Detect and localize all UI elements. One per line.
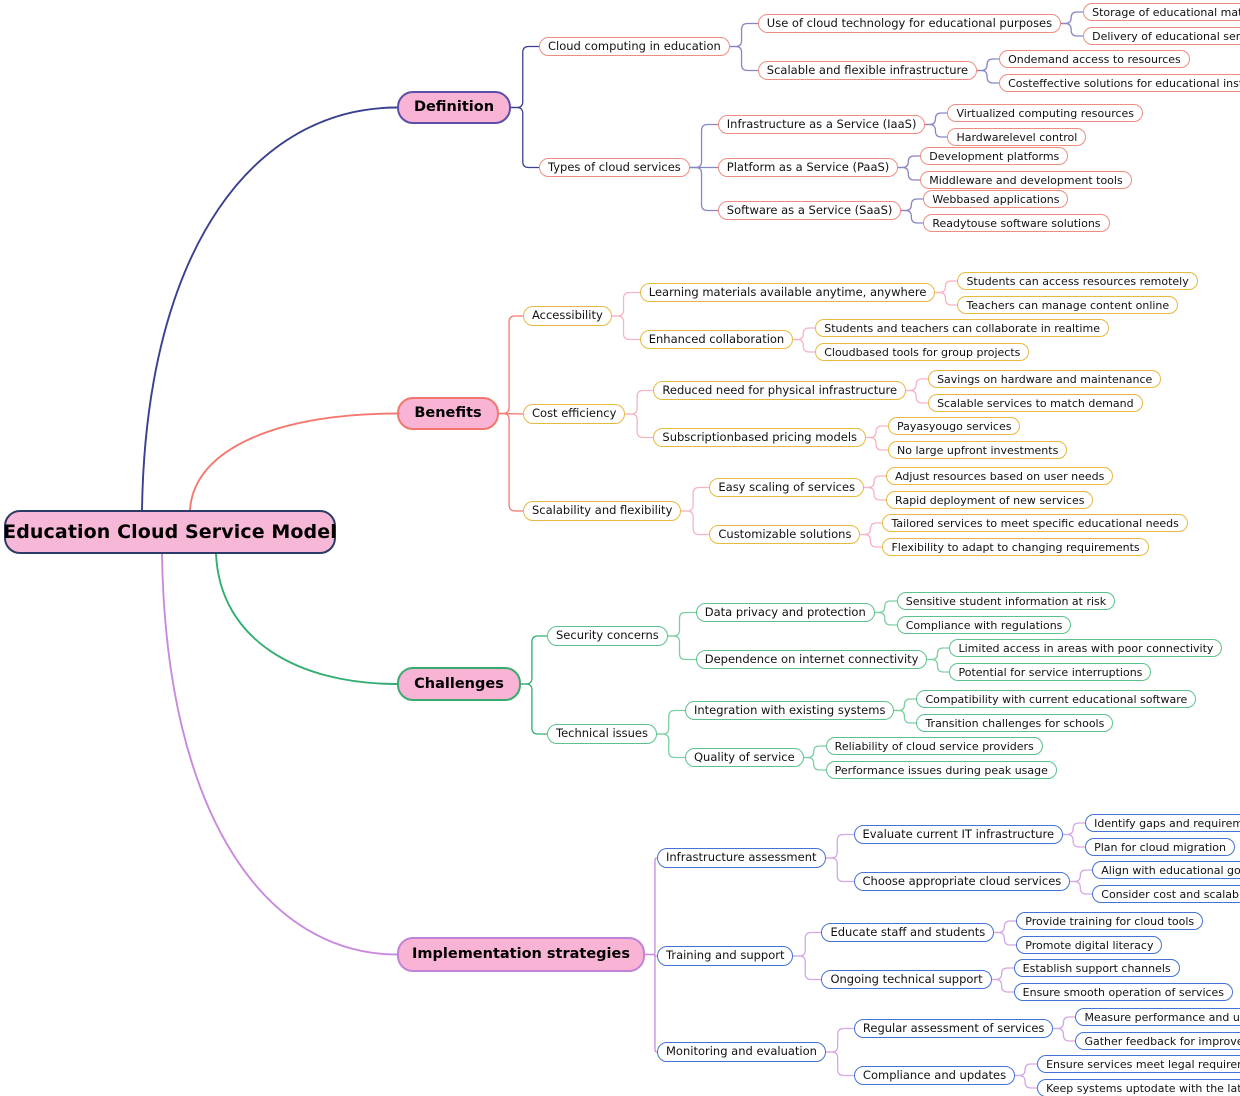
node-l4-3-1-0-0[interactable]: Provide training for cloud tools xyxy=(1016,912,1204,930)
node-l2-0-1[interactable]: Types of cloud services xyxy=(539,158,690,177)
node-l3-0-1-1[interactable]: Platform as a Service (PaaS) xyxy=(717,158,899,177)
node-l4-2-0-1-1[interactable]: Potential for service interruptions xyxy=(949,663,1152,681)
node-l4-0-0-0-1[interactable]: Delivery of educational services xyxy=(1083,27,1240,45)
node-l2-1-2[interactable]: Scalability and flexibility xyxy=(523,501,682,521)
mindmap-canvas: Education Cloud Service Model Definition C… xyxy=(0,0,1240,1096)
node-l3-3-0-0[interactable]: Evaluate current IT infrastructure xyxy=(853,825,1064,844)
node-l2-2-0[interactable]: Security concerns xyxy=(547,626,668,646)
node-l4-1-0-1-1[interactable]: Cloudbased tools for group projects xyxy=(815,343,1030,361)
node-l4-1-2-0-1[interactable]: Rapid deployment of new services xyxy=(886,491,1094,509)
node-l4-0-1-0-1[interactable]: Hardwarelevel control xyxy=(947,128,1087,146)
node-l4-1-0-0-1[interactable]: Teachers can manage content online xyxy=(957,296,1179,314)
node-l4-1-1-1-0[interactable]: Payasyougo services xyxy=(888,417,1021,435)
node-l4-1-1-0-1[interactable]: Scalable services to match demand xyxy=(928,394,1143,412)
node-l4-1-1-1-1[interactable]: No large upfront investments xyxy=(888,441,1068,459)
node-l3-0-1-2[interactable]: Software as a Service (SaaS) xyxy=(717,201,902,220)
node-l4-1-1-0-0[interactable]: Savings on hardware and maintenance xyxy=(928,370,1162,388)
node-l3-1-1-1[interactable]: Subscriptionbased pricing models xyxy=(653,428,867,447)
node-l4-3-1-1-1[interactable]: Ensure smooth operation of services xyxy=(1013,983,1234,1001)
branch-node-0[interactable]: Definition xyxy=(397,91,511,124)
node-l3-2-1-1[interactable]: Quality of service xyxy=(684,748,804,767)
node-l3-1-2-1[interactable]: Customizable solutions xyxy=(709,525,861,544)
node-l3-3-0-1[interactable]: Choose appropriate cloud services xyxy=(853,872,1071,891)
node-l4-3-2-1-0[interactable]: Ensure services meet legal requirements xyxy=(1037,1055,1240,1073)
node-l3-1-0-0[interactable]: Learning materials available anytime, an… xyxy=(639,283,936,302)
node-l2-3-1[interactable]: Training and support xyxy=(657,946,794,966)
node-l3-0-0-1[interactable]: Scalable and flexible infrastructure xyxy=(757,61,978,80)
node-l3-1-0-1[interactable]: Enhanced collaboration xyxy=(639,330,794,349)
node-l4-0-0-1-0[interactable]: Ondemand access to resources xyxy=(999,50,1190,68)
node-l4-2-1-1-0[interactable]: Reliability of cloud service providers xyxy=(825,737,1043,755)
node-l4-2-0-0-1[interactable]: Compliance with regulations xyxy=(896,616,1072,634)
node-l2-0-0[interactable]: Cloud computing in education xyxy=(539,37,730,56)
node-l3-3-2-0[interactable]: Regular assessment of services xyxy=(853,1019,1054,1038)
node-l4-0-1-2-1[interactable]: Readytouse software solutions xyxy=(923,214,1110,232)
node-l4-1-2-1-1[interactable]: Flexibility to adapt to changing require… xyxy=(882,538,1149,556)
node-l2-1-0[interactable]: Accessibility xyxy=(523,306,612,326)
node-l4-3-2-0-1[interactable]: Gather feedback for improvements xyxy=(1075,1032,1240,1050)
node-l4-0-1-2-0[interactable]: Webbased applications xyxy=(923,190,1069,208)
node-l4-3-1-0-1[interactable]: Promote digital literacy xyxy=(1016,936,1163,954)
node-l3-3-1-0[interactable]: Educate staff and students xyxy=(821,923,995,942)
node-l2-3-0[interactable]: Infrastructure assessment xyxy=(657,848,826,868)
branch-node-1[interactable]: Benefits xyxy=(397,397,499,430)
node-l2-2-1[interactable]: Technical issues xyxy=(547,724,657,744)
node-l4-1-2-0-0[interactable]: Adjust resources based on user needs xyxy=(886,467,1114,485)
node-l4-0-1-1-0[interactable]: Development platforms xyxy=(920,147,1069,165)
node-l4-3-0-1-1[interactable]: Consider cost and scalability xyxy=(1092,885,1240,903)
branch-node-3[interactable]: Implementation strategies xyxy=(397,937,645,972)
root-node[interactable]: Education Cloud Service Model xyxy=(3,510,337,554)
node-l2-3-2[interactable]: Monitoring and evaluation xyxy=(657,1042,826,1062)
node-l4-3-2-0-0[interactable]: Measure performance and usage xyxy=(1075,1008,1240,1026)
node-l3-0-0-0[interactable]: Use of cloud technology for educational … xyxy=(757,14,1062,33)
node-l4-0-0-1-1[interactable]: Costeffective solutions for educational … xyxy=(999,74,1240,92)
node-l4-2-0-1-0[interactable]: Limited access in areas with poor connec… xyxy=(949,639,1223,657)
node-l4-1-2-1-0[interactable]: Tailored services to meet specific educa… xyxy=(882,514,1188,532)
node-l4-2-1-1-1[interactable]: Performance issues during peak usage xyxy=(825,761,1057,779)
node-l4-3-0-0-0[interactable]: Identify gaps and requirements xyxy=(1085,814,1240,832)
node-l3-3-1-1[interactable]: Ongoing technical support xyxy=(821,970,992,989)
node-l4-2-1-0-1[interactable]: Transition challenges for schools xyxy=(916,714,1114,732)
node-l2-1-1[interactable]: Cost efficiency xyxy=(523,404,626,424)
node-l4-3-0-1-0[interactable]: Align with educational goals xyxy=(1092,861,1240,879)
node-l4-1-0-0-0[interactable]: Students can access resources remotely xyxy=(957,272,1198,290)
node-l4-3-2-1-1[interactable]: Keep systems uptodate with the latest fe… xyxy=(1037,1079,1240,1096)
node-l4-0-1-0-0[interactable]: Virtualized computing resources xyxy=(947,104,1144,122)
node-l4-0-0-0-0[interactable]: Storage of educational materials xyxy=(1083,3,1240,21)
node-l3-3-2-1[interactable]: Compliance and updates xyxy=(853,1066,1016,1085)
node-l3-2-1-0[interactable]: Integration with existing systems xyxy=(684,701,895,720)
node-l4-3-1-1-0[interactable]: Establish support channels xyxy=(1013,959,1180,977)
node-l3-2-0-0[interactable]: Data privacy and protection xyxy=(695,603,875,622)
node-l3-2-0-1[interactable]: Dependence on internet connectivity xyxy=(695,650,928,669)
node-l3-0-1-0[interactable]: Infrastructure as a Service (IaaS) xyxy=(717,115,926,134)
node-l4-3-0-0-1[interactable]: Plan for cloud migration xyxy=(1085,838,1235,856)
node-l4-0-1-1-1[interactable]: Middleware and development tools xyxy=(920,171,1132,189)
node-l3-1-1-0[interactable]: Reduced need for physical infrastructure xyxy=(653,381,907,400)
node-l4-2-1-0-0[interactable]: Compatibility with current educational s… xyxy=(916,690,1197,708)
node-l4-1-0-1-0[interactable]: Students and teachers can collaborate in… xyxy=(815,319,1109,337)
branch-node-2[interactable]: Challenges xyxy=(397,667,521,701)
node-l4-2-0-0-0[interactable]: Sensitive student information at risk xyxy=(896,592,1116,610)
node-l3-1-2-0[interactable]: Easy scaling of services xyxy=(709,478,865,497)
